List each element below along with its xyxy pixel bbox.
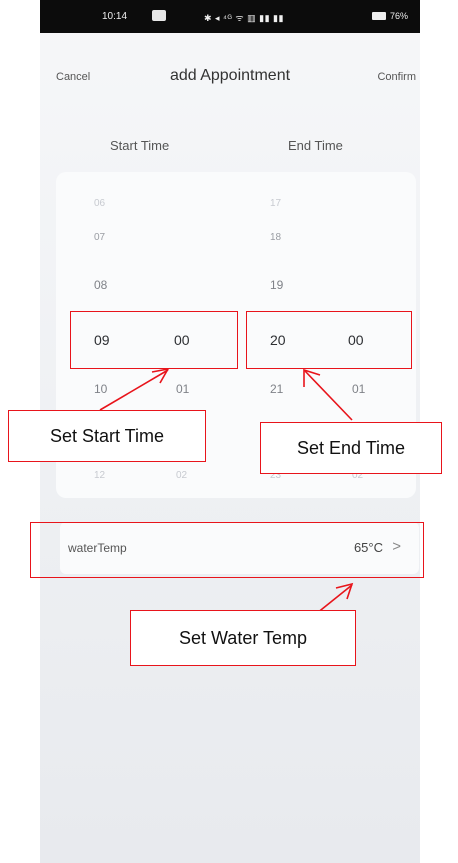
end-minute-option[interactable]: 01 (352, 382, 365, 396)
signal-icons: ✱ ◂ ⁴ᴳ ᯤ ▥ ▮▮ ▮▮ (204, 13, 284, 23)
cancel-button[interactable]: Cancel (56, 71, 90, 83)
start-hour-option[interactable]: 12 (94, 470, 105, 481)
start-hour-option[interactable]: 10 (94, 382, 107, 396)
start-hour-option[interactable]: 07 (94, 232, 105, 243)
end-time-highlight (246, 311, 412, 369)
page-title: add Appointment (169, 67, 291, 84)
end-time-callout: Set End Time (260, 422, 442, 474)
water-temp-callout: Set Water Temp (130, 610, 356, 666)
start-time-callout: Set Start Time (8, 410, 206, 462)
battery-percent: 76% (390, 11, 409, 21)
water-temp-highlight (30, 522, 424, 578)
status-time: 10:14 (102, 11, 128, 22)
end-time-header: End Time (288, 138, 343, 153)
message-icon (152, 10, 166, 21)
end-hour-option[interactable]: 17 (270, 198, 281, 209)
start-minute-option[interactable]: 02 (176, 470, 187, 481)
nav-bar: add Appointment Cancel Confirm (40, 62, 420, 92)
status-bar: 10:14 ✱ ◂ ⁴ᴳ ᯤ ▥ ▮▮ ▮▮ 76% (40, 0, 420, 33)
end-hour-option[interactable]: 18 (270, 232, 281, 243)
start-minute-option[interactable]: 01 (176, 382, 189, 396)
battery-icon (372, 12, 386, 20)
end-hour-option[interactable]: 21 (270, 382, 283, 396)
end-hour-option[interactable]: 19 (270, 278, 283, 292)
start-hour-option[interactable]: 06 (94, 198, 105, 209)
start-time-highlight (70, 311, 238, 369)
start-hour-option[interactable]: 08 (94, 278, 107, 292)
start-time-header: Start Time (110, 138, 170, 153)
confirm-button[interactable]: Confirm (377, 71, 416, 83)
